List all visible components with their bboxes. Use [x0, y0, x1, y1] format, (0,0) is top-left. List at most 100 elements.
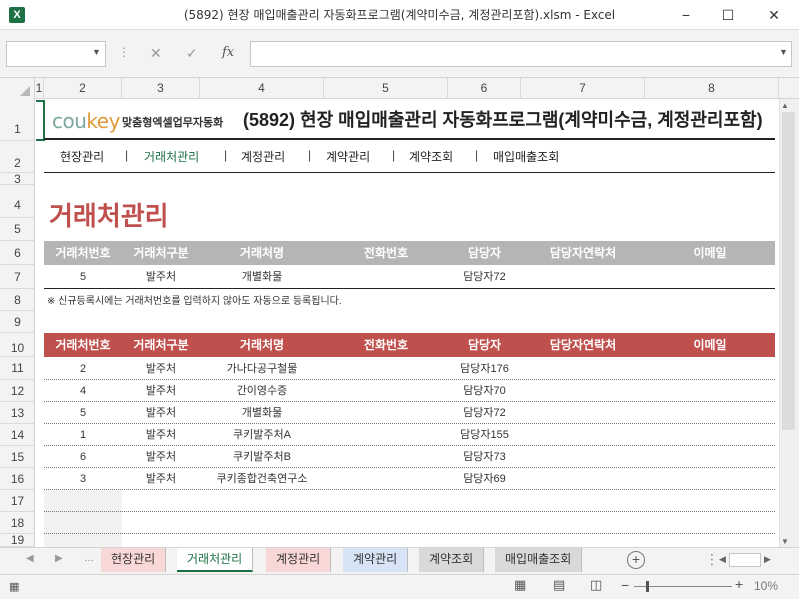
cell-phone[interactable] [324, 424, 448, 446]
row-header[interactable]: 11 [0, 357, 35, 380]
cell-client-no[interactable]: 4 [44, 380, 122, 402]
cell-email[interactable] [645, 468, 775, 490]
row-header[interactable]: 8 [0, 289, 35, 311]
empty-table-row[interactable] [44, 490, 775, 512]
normal-view-icon[interactable]: ▦ [514, 577, 526, 593]
sheet-tab-client-management[interactable]: 거래처관리 [177, 548, 254, 572]
expand-formula-bar-icon[interactable]: ▼ [779, 47, 788, 57]
cell-manager-contact[interactable] [521, 380, 645, 402]
table-row[interactable]: 4 발주처 간이영수증 담당자70 [44, 380, 775, 402]
zoom-in-button[interactable]: + [735, 576, 743, 592]
cell-client-no[interactable]: 2 [44, 358, 122, 380]
cell-phone[interactable] [324, 468, 448, 490]
cell-client-type[interactable]: 발주처 [122, 402, 200, 424]
cell-client-name[interactable]: 개별화물 [200, 402, 324, 424]
empty-table-row[interactable] [44, 512, 775, 534]
nav-purchase-sales-inquiry[interactable]: 매입매출조회 [493, 148, 559, 165]
cell-manager-contact[interactable] [521, 446, 645, 468]
chevron-down-icon[interactable]: ▼ [92, 47, 101, 57]
close-button[interactable]: ✕ [751, 0, 797, 30]
input-client-name[interactable]: 개별화물 [200, 265, 324, 289]
cell-manager[interactable]: 담당자72 [448, 402, 521, 424]
sheet-tab-site-management[interactable]: 현장관리 [101, 548, 167, 572]
row-header[interactable]: 13 [0, 402, 35, 424]
formula-input[interactable] [250, 41, 792, 67]
input-client-type[interactable]: 발주처 [122, 265, 200, 289]
cell-manager[interactable]: 담당자69 [448, 468, 521, 490]
sheet-tab-contract-inquiry[interactable]: 계약조회 [419, 548, 485, 572]
nav-contract-inquiry[interactable]: 계약조회 [409, 148, 453, 165]
page-layout-view-icon[interactable]: ▤ [553, 577, 565, 593]
nav-contract-management[interactable]: 계약관리 [326, 148, 370, 165]
cell-client-type[interactable]: 발주처 [122, 380, 200, 402]
cell-manager[interactable]: 담당자73 [448, 446, 521, 468]
column-header[interactable]: 8 [645, 78, 779, 99]
scroll-up-icon[interactable]: ▲ [781, 101, 789, 110]
input-manager-contact[interactable] [521, 265, 645, 289]
column-header[interactable]: 1 [35, 78, 44, 99]
cell-email[interactable] [645, 358, 775, 380]
row-header[interactable]: 17 [0, 490, 35, 512]
zoom-out-button[interactable]: − [621, 577, 629, 593]
cell-phone[interactable] [324, 358, 448, 380]
page-break-view-icon[interactable]: ◫ [590, 577, 602, 593]
cancel-icon[interactable]: ✕ [150, 45, 162, 62]
row-header[interactable]: 5 [0, 218, 35, 241]
scroll-right-icon[interactable]: ▶ [764, 554, 771, 565]
vertical-scroll-thumb[interactable] [782, 112, 795, 430]
cell-client-name[interactable]: 쿠키종합건축연구소 [200, 468, 324, 490]
cell-phone[interactable] [324, 380, 448, 402]
cell-manager-contact[interactable] [521, 468, 645, 490]
cell-manager-contact[interactable] [521, 402, 645, 424]
cell-email[interactable] [645, 424, 775, 446]
zoom-slider-thumb[interactable] [646, 581, 649, 592]
column-header[interactable]: 2 [44, 78, 122, 99]
selected-cell[interactable] [36, 100, 45, 141]
sheet-tab-account-management[interactable]: 계정관리 [266, 548, 332, 572]
input-client-no[interactable]: 5 [44, 265, 122, 289]
table-row[interactable]: 6 발주처 쿠키발주처B 담당자73 [44, 446, 775, 468]
column-header[interactable]: 7 [521, 78, 645, 99]
cell-manager[interactable]: 담당자176 [448, 358, 521, 380]
minimize-button[interactable]: − [663, 0, 709, 30]
tab-scroll-right-icon[interactable]: ▶ [55, 553, 63, 564]
cell-email[interactable] [645, 380, 775, 402]
column-header[interactable]: 4 [200, 78, 324, 99]
row-header[interactable]: 14 [0, 424, 35, 446]
row-header[interactable]: 1 [0, 99, 35, 141]
cell-client-type[interactable]: 발주처 [122, 424, 200, 446]
cell-client-name[interactable]: 쿠키발주처A [200, 424, 324, 446]
row-header[interactable]: 2 [0, 141, 35, 173]
input-manager[interactable]: 담당자72 [448, 265, 521, 289]
horizontal-scrollbar[interactable] [729, 553, 761, 567]
scroll-left-icon[interactable]: ◀ [719, 554, 726, 565]
nav-client-management[interactable]: 거래처관리 [144, 148, 199, 165]
cell-manager[interactable]: 담당자155 [448, 424, 521, 446]
cell-phone[interactable] [324, 402, 448, 424]
column-header[interactable]: 5 [324, 78, 448, 99]
row-header[interactable]: 18 [0, 512, 35, 534]
cell-manager-contact[interactable] [521, 358, 645, 380]
cell-phone[interactable] [324, 446, 448, 468]
cell-client-no[interactable]: 6 [44, 446, 122, 468]
input-email[interactable] [645, 265, 775, 289]
row-header[interactable]: 3 [0, 173, 35, 185]
row-header[interactable]: 16 [0, 468, 35, 490]
cell-client-name[interactable]: 쿠키발주처B [200, 446, 324, 468]
cell-client-type[interactable]: 발주처 [122, 358, 200, 380]
row-header[interactable]: 15 [0, 446, 35, 468]
maximize-button[interactable]: ☐ [705, 0, 751, 30]
row-header[interactable]: 6 [0, 241, 35, 265]
cell-manager-contact[interactable] [521, 424, 645, 446]
sheet-tab-purchase-sales-inquiry[interactable]: 매입매출조회 [495, 548, 583, 572]
column-header[interactable]: 6 [448, 78, 521, 99]
scroll-down-icon[interactable]: ▼ [781, 537, 789, 546]
nav-account-management[interactable]: 계정관리 [241, 148, 285, 165]
add-sheet-button[interactable]: + [627, 551, 645, 569]
row-header[interactable]: 10 [0, 333, 35, 357]
macro-recording-icon[interactable]: ▦ [9, 580, 19, 593]
cell-client-no[interactable]: 1 [44, 424, 122, 446]
cell-client-name[interactable]: 간이영수증 [200, 380, 324, 402]
row-header[interactable]: 19 [0, 534, 35, 547]
cell-email[interactable] [645, 402, 775, 424]
